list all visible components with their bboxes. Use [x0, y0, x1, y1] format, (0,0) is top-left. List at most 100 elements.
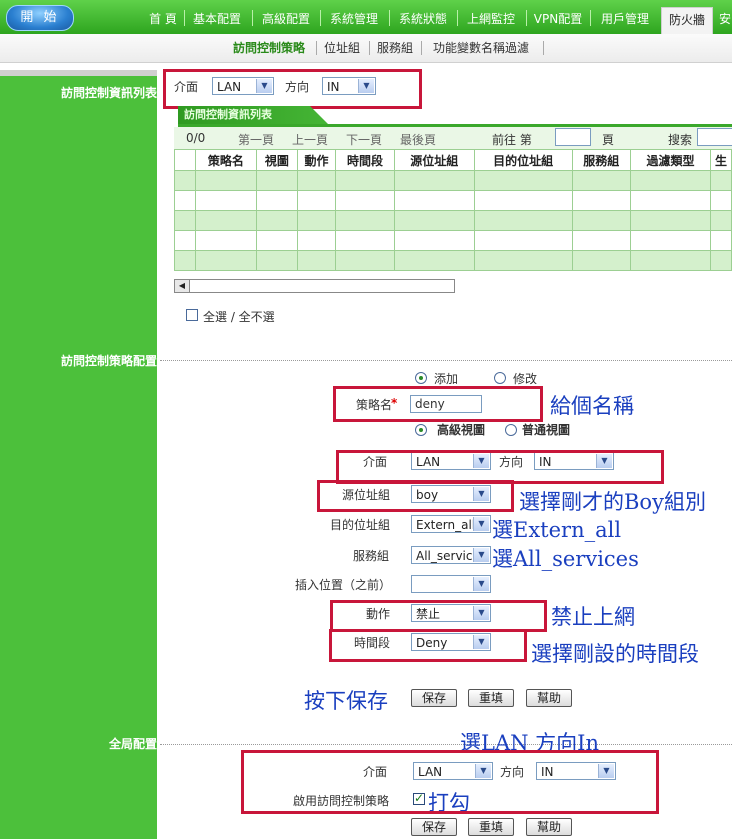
next-page-link[interactable]: 下一頁 — [346, 131, 382, 148]
highlight-box-action — [330, 600, 547, 632]
table-tab-title: 訪問控制資訊列表 — [178, 106, 328, 124]
section-header-config: 訪問控制策略配置 — [60, 354, 157, 368]
column-header-destination: 目的位址組 — [473, 149, 573, 171]
table-row — [174, 170, 732, 191]
global-help-button[interactable]: 幫助 — [526, 818, 572, 836]
highlight-box-name — [333, 386, 543, 422]
page-unit-label: 頁 — [602, 133, 615, 147]
nav-system-status[interactable]: 系統狀態 — [393, 0, 453, 34]
insert-position-select[interactable]: ▼ — [411, 575, 491, 593]
global-reset-button[interactable]: 重填 — [468, 818, 514, 836]
highlight-box-filter — [163, 69, 422, 109]
subnav-address-group[interactable]: 位址組 — [324, 34, 360, 62]
search-label: 搜索 — [668, 133, 693, 147]
nav-vpn-config[interactable]: VPN配置 — [530, 0, 586, 34]
nav-basic-config[interactable]: 基本配置 — [188, 0, 246, 34]
nav-user-management[interactable]: 用戶管理 — [594, 0, 656, 34]
column-header-name: 策略名 — [194, 149, 258, 171]
service-group-label: 服務組 — [353, 549, 390, 563]
goto-page-label: 前往 第 — [492, 133, 532, 147]
left-column — [0, 76, 157, 839]
nav-divider — [320, 10, 321, 26]
insert-position-label: 插入位置（之前） — [295, 578, 392, 592]
nav-divider — [590, 10, 591, 26]
normal-view-label: 普通視圖 — [522, 423, 571, 437]
subnav-divider — [369, 41, 370, 55]
column-header-view: 視圖 — [256, 149, 298, 171]
section-divider — [160, 360, 732, 362]
subnav-access-policy[interactable]: 訪問控制策略 — [233, 34, 305, 62]
column-header-action: 動作 — [296, 149, 337, 171]
help-button[interactable]: 幫助 — [526, 689, 572, 707]
add-label: 添加 — [434, 372, 459, 386]
section-header-global: 全局配置 — [108, 737, 157, 751]
scroll-left-icon[interactable]: ◀ — [175, 280, 190, 292]
highlight-box-source — [317, 480, 514, 512]
subnav-domain-filter[interactable]: 功能變數名稱過濾 — [433, 34, 529, 62]
last-page-link[interactable]: 最後頁 — [400, 131, 436, 148]
normal-view-radio[interactable] — [505, 424, 517, 436]
annotation-source: 選擇剛才的Boy組別 — [519, 490, 706, 514]
chevron-down-icon: ▼ — [473, 517, 489, 531]
service-group-select[interactable]: All_services ▼ — [411, 546, 491, 564]
column-header-service: 服務組 — [571, 149, 631, 171]
chevron-down-icon: ▼ — [473, 577, 489, 591]
table-header-row: 策略名 視圖 動作 時間段 源位址組 目的位址組 服務組 過濾類型 生 — [174, 149, 732, 171]
first-page-link[interactable]: 第一頁 — [238, 131, 274, 148]
subnav-divider — [421, 41, 422, 55]
annotation-destination: 選Extern_all — [492, 518, 622, 542]
add-radio[interactable] — [415, 372, 427, 384]
section-header-list: 訪問控制資訊列表 — [60, 86, 157, 100]
nav-divider — [389, 10, 390, 26]
nav-internet-monitor[interactable]: 上網監控 — [461, 0, 521, 34]
search-input[interactable] — [697, 128, 732, 146]
table-row — [174, 230, 732, 251]
annotation-service: 選All_services — [492, 547, 639, 571]
sub-nav-bar — [0, 34, 732, 63]
reset-button[interactable]: 重填 — [468, 689, 514, 707]
modify-label: 修改 — [513, 372, 538, 386]
highlight-box-time — [329, 629, 527, 662]
nav-home[interactable]: 首 頁 — [145, 0, 181, 34]
nav-divider — [526, 10, 527, 26]
nav-divider — [457, 10, 458, 26]
column-header-more: 生 — [710, 149, 732, 171]
table-row — [174, 210, 732, 231]
select-all-checkbox[interactable] — [186, 309, 198, 321]
nav-divider — [252, 10, 253, 26]
table-row — [174, 250, 732, 271]
global-save-button[interactable]: 保存 — [411, 818, 457, 836]
column-header-time: 時間段 — [335, 149, 395, 171]
modify-radio[interactable] — [494, 372, 506, 384]
goto-page-input[interactable] — [555, 128, 591, 146]
policy-table: 策略名 視圖 動作 時間段 源位址組 目的位址組 服務組 過濾類型 生 — [174, 149, 732, 271]
save-button[interactable]: 保存 — [411, 689, 457, 707]
advanced-view-radio[interactable] — [415, 424, 427, 436]
destination-group-select[interactable]: Extern_all ▼ — [411, 515, 491, 533]
nav-more[interactable]: 安 — [717, 0, 732, 34]
destination-group-label: 目的位址組 — [330, 518, 391, 532]
subnav-divider — [543, 41, 544, 55]
destination-group-value: Extern_all — [416, 518, 476, 532]
nav-advanced-config[interactable]: 高級配置 — [256, 0, 316, 34]
select-all-label[interactable]: 全選 / 全不選 — [203, 308, 275, 325]
annotation-action: 禁止上網 — [551, 605, 635, 629]
subnav-service-group[interactable]: 服務組 — [377, 34, 413, 62]
prev-page-link[interactable]: 上一頁 — [292, 131, 328, 148]
record-count: 0/0 — [186, 131, 206, 145]
section-divider — [160, 744, 732, 746]
column-header-select — [174, 149, 196, 171]
annotation-save: 按下保存 — [304, 689, 388, 713]
nav-system-management[interactable]: 系統管理 — [324, 0, 384, 34]
start-button[interactable]: 開 始 — [6, 5, 74, 31]
chevron-down-icon: ▼ — [473, 548, 489, 562]
highlight-box-global — [241, 750, 659, 814]
nav-firewall[interactable]: 防火牆 — [661, 7, 713, 35]
advanced-view-label: 高級視圖 — [437, 423, 486, 437]
horizontal-scrollbar[interactable] — [174, 279, 455, 293]
highlight-box-interface — [336, 450, 664, 484]
subnav-divider — [316, 41, 317, 55]
column-header-source: 源位址組 — [393, 149, 475, 171]
table-row — [174, 190, 732, 211]
annotation-time: 選擇剛設的時間段 — [531, 642, 699, 666]
